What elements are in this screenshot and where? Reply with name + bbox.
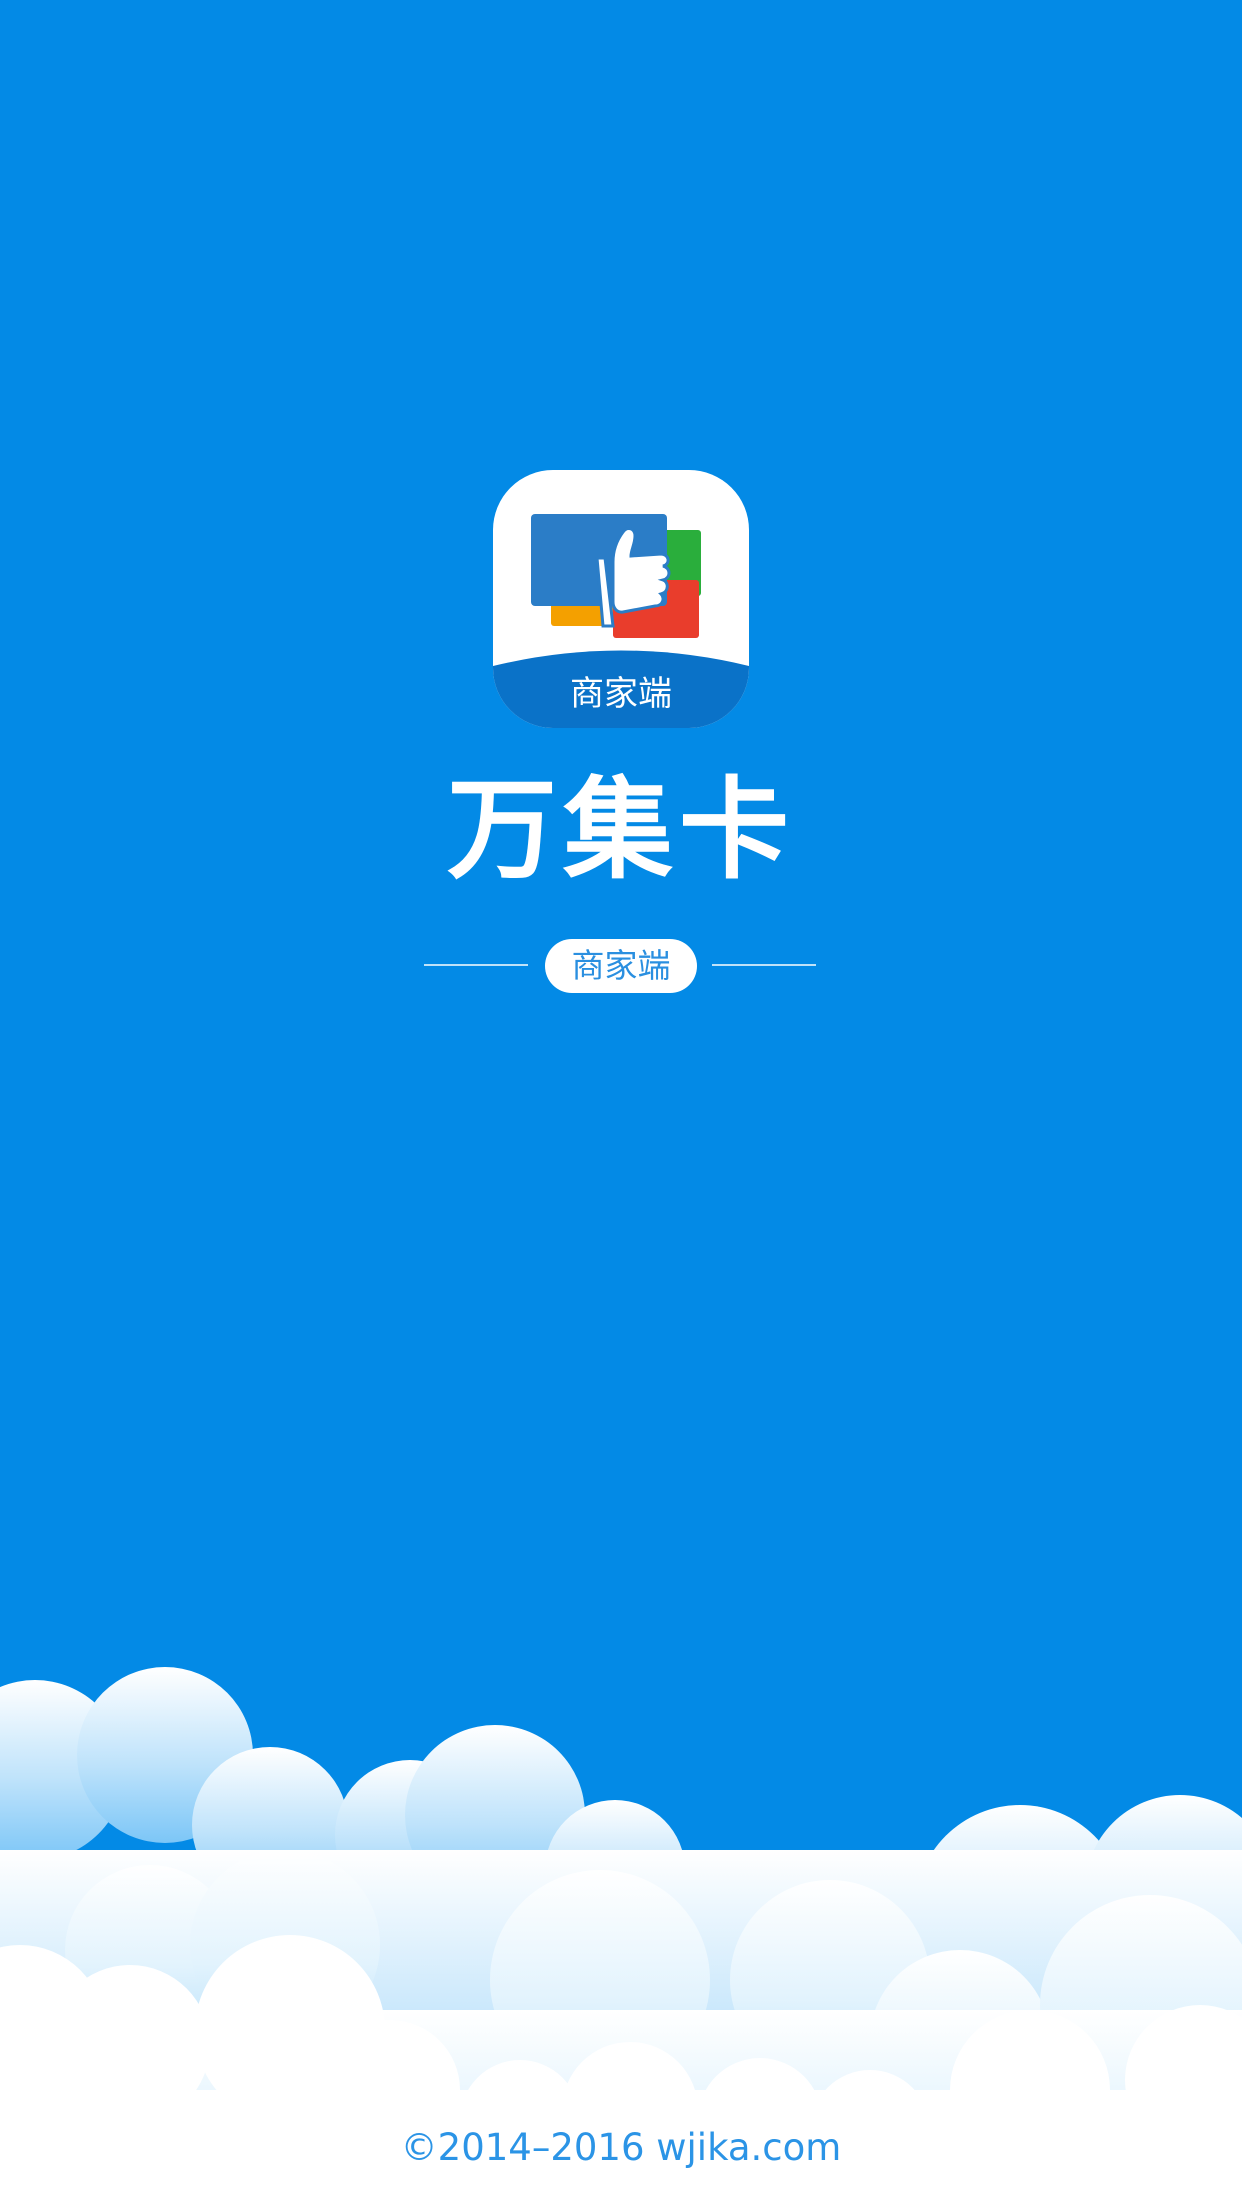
splash-screen: 商家端 万集卡 商家端 ©2014–2016 wjika.com: [0, 0, 1242, 2208]
app-title: 万集卡: [447, 766, 795, 894]
divider-right: [712, 964, 816, 966]
clouds-illustration: [0, 1667, 1242, 2208]
subtitle-pill: 商家端: [545, 939, 697, 993]
icon-badge-label: 商家端: [570, 674, 672, 714]
divider-left: [424, 964, 528, 966]
app-icon: 商家端: [493, 470, 749, 728]
copyright-text: ©2014–2016 wjika.com: [400, 2126, 842, 2169]
